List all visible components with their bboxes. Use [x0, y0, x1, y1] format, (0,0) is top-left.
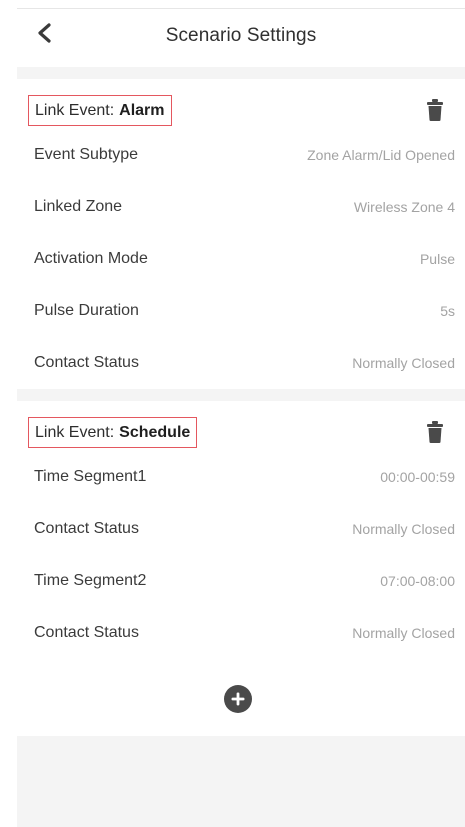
setting-label: Pulse Duration	[34, 302, 139, 319]
scenario-settings-screen: Scenario Settings Link Event: Alarm Even…	[17, 0, 465, 827]
link-event-prefix: Link Event:	[35, 423, 115, 441]
setting-row-time-segment-1[interactable]: Time Segment1 00:00-00:59	[17, 451, 465, 503]
delete-event-button[interactable]	[425, 420, 445, 444]
setting-label: Event Subtype	[34, 146, 139, 163]
section-gap	[17, 389, 465, 401]
trash-icon	[427, 421, 443, 443]
setting-row-pulse-duration[interactable]: Pulse Duration 5s	[17, 285, 465, 337]
link-event-type: Alarm	[119, 101, 165, 119]
setting-row-time-segment-2[interactable]: Time Segment2 07:00-08:00	[17, 555, 465, 607]
link-event-type: Schedule	[119, 423, 191, 441]
link-event-prefix: Link Event:	[35, 101, 115, 119]
setting-label: Activation Mode	[34, 250, 148, 267]
setting-value: Pulse	[419, 251, 455, 267]
setting-value: Wireless Zone 4	[353, 199, 455, 215]
section-gap	[17, 67, 465, 79]
link-event-label[interactable]: Link Event: Schedule	[28, 417, 198, 448]
setting-value: 5s	[440, 303, 455, 319]
link-event-alarm-section: Link Event: Alarm Event Subtype Zone Ala…	[17, 79, 465, 389]
setting-value: Zone Alarm/Lid Opened	[307, 147, 455, 163]
setting-label: Contact Status	[34, 624, 139, 641]
setting-label: Time Segment2	[34, 572, 147, 589]
setting-value: Normally Closed	[352, 625, 455, 641]
link-event-header: Link Event: Schedule	[17, 401, 465, 451]
setting-value: Normally Closed	[352, 355, 455, 371]
setting-value: 07:00-08:00	[380, 573, 455, 589]
link-event-label[interactable]: Link Event: Alarm	[28, 95, 172, 126]
link-event-header: Link Event: Alarm	[17, 79, 465, 129]
header-bar: Scenario Settings	[17, 8, 465, 67]
setting-row-contact-status[interactable]: Contact Status Normally Closed	[17, 337, 465, 389]
link-event-schedule-section: Link Event: Schedule Time Segment1 00:00…	[17, 401, 465, 659]
setting-label: Contact Status	[34, 520, 139, 537]
trash-icon	[427, 99, 443, 121]
bottom-empty-area	[17, 736, 465, 827]
setting-value: Normally Closed	[352, 521, 455, 537]
setting-label: Time Segment1	[34, 468, 147, 485]
setting-row-activation-mode[interactable]: Activation Mode Pulse	[17, 233, 465, 285]
setting-row-contact-status[interactable]: Contact Status Normally Closed	[17, 503, 465, 555]
delete-event-button[interactable]	[425, 98, 445, 122]
setting-row-event-subtype[interactable]: Event Subtype Zone Alarm/Lid Opened	[17, 129, 465, 181]
add-event-button[interactable]	[223, 684, 253, 714]
plus-circle-icon	[224, 685, 252, 713]
setting-row-contact-status[interactable]: Contact Status Normally Closed	[17, 607, 465, 659]
setting-label: Contact Status	[34, 354, 139, 371]
setting-row-linked-zone[interactable]: Linked Zone Wireless Zone 4	[17, 181, 465, 233]
setting-label: Linked Zone	[34, 198, 123, 215]
page-title: Scenario Settings	[165, 25, 317, 46]
setting-value: 00:00-00:59	[380, 469, 455, 485]
